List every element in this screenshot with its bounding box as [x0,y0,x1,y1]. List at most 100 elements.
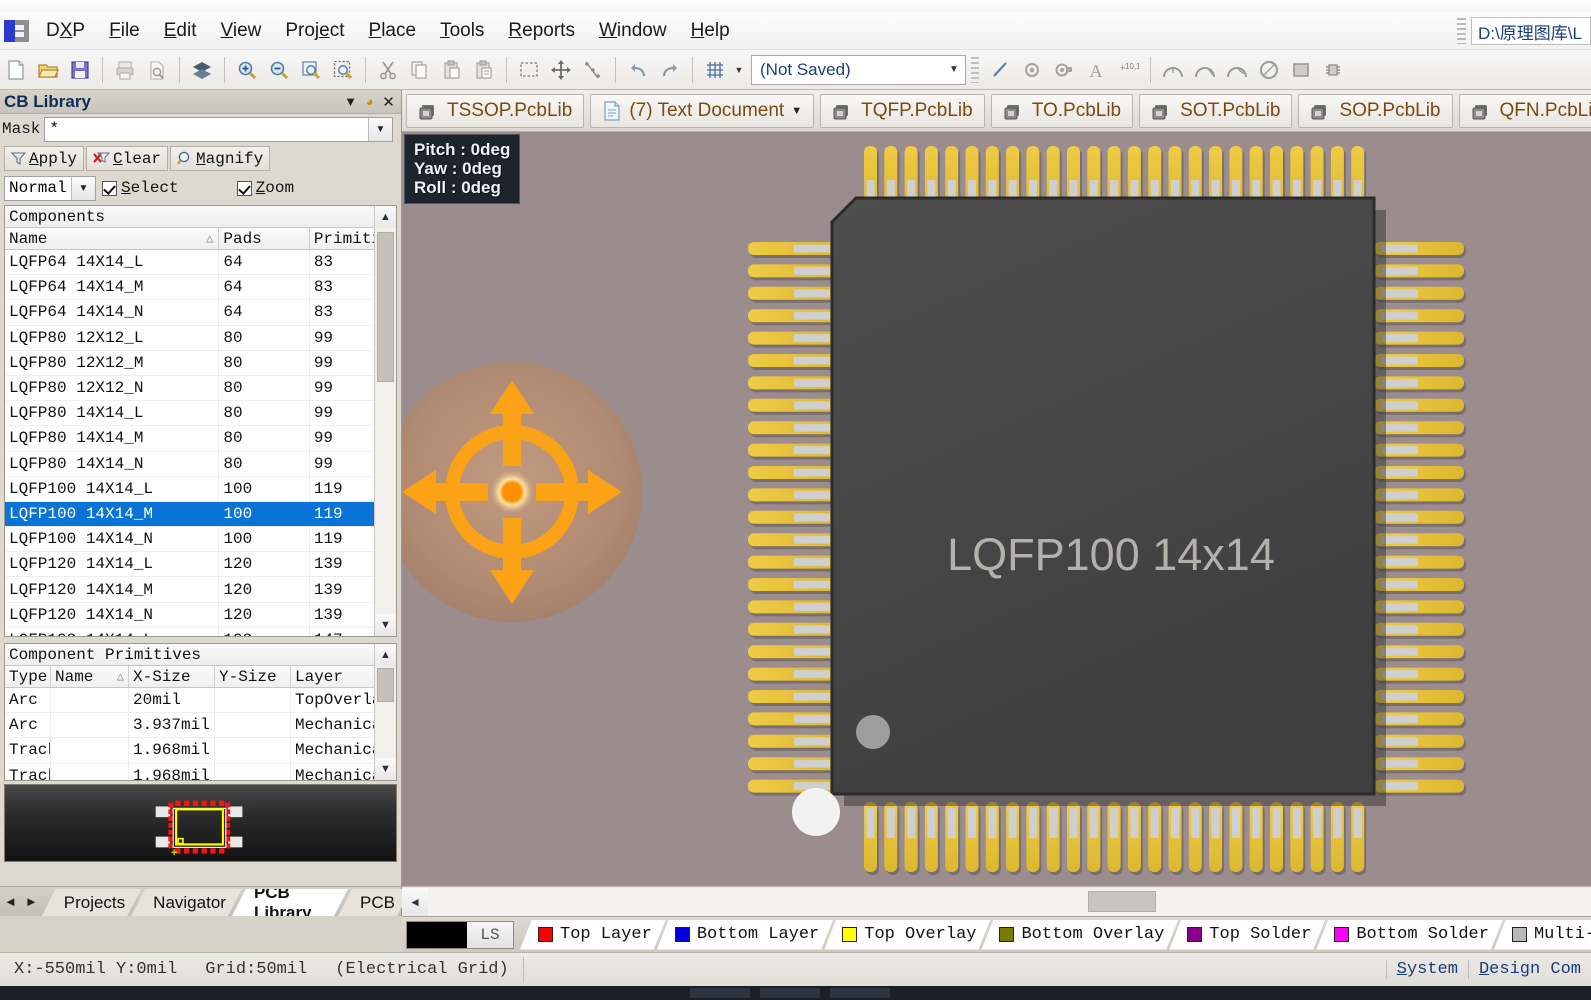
panel-tab-pcb[interactable]: PCB [338,889,411,916]
select-checkbox-box[interactable] [102,180,117,196]
components-column-header[interactable]: Pads [219,228,310,249]
menu-item-project[interactable]: Project [273,17,356,45]
document-tab-sop-pcblib[interactable]: SOP.PcbLib [1298,93,1453,128]
document-tab-sot-pcblib[interactable]: SOT.PcbLib [1139,93,1293,128]
scroll-up-icon[interactable]: ▲ [375,206,396,228]
primitives-column-header[interactable]: Name △ [51,666,129,687]
scroll-down-icon[interactable]: ▼ [375,614,396,636]
hscroll-thumb[interactable] [1088,890,1156,912]
align-icon[interactable] [578,55,608,85]
component-row[interactable]: LQFP64 14X14_M 64 83 [5,275,396,301]
new-document-icon[interactable] [1,55,31,85]
zoom-out-icon[interactable] [264,55,294,85]
taskbar-item[interactable] [760,988,820,998]
place-arc-center-icon[interactable] [1158,55,1188,85]
chevron-down-icon[interactable]: ▼ [368,117,392,141]
taskbar-item[interactable] [690,988,750,998]
primitives-scrollbar[interactable]: ▲ ▼ [374,644,396,780]
layer-tab-top-solder[interactable]: Top Solder [1169,920,1325,950]
layer-tab-multi-layer[interactable]: Multi-Layer [1494,920,1591,950]
place-coordinate-icon[interactable]: +10,10 [1113,55,1143,85]
component-row[interactable]: LQFP80 12X12_N 80 99 [5,375,396,402]
component-row[interactable]: LQFP120 14X14_N 120 139 [5,602,396,628]
document-path-field[interactable]: D:\原理图库\L [1471,17,1591,45]
component-row[interactable]: LQFP128 14X14_L128147 [5,627,396,636]
primitives-column-header[interactable]: Type [5,666,51,687]
pin-icon[interactable]: ◕ [361,94,378,109]
component-row[interactable]: LQFP120 14X14_M 120 139 [5,577,396,603]
panel-tab-navigator[interactable]: Navigator [131,889,242,916]
layer-tab-top-layer[interactable]: Top Layer [520,920,666,950]
component-row[interactable]: LQFP100 14X14_L 100 119 [5,476,396,502]
components-scrollbar[interactable]: ▲ ▼ [374,206,396,636]
zoom-checkbox[interactable]: Zoom [236,179,294,197]
place-via-icon[interactable] [1049,55,1079,85]
menu-item-view[interactable]: View [209,17,274,45]
primitive-row[interactable]: Track1.968milMechanica [5,763,396,780]
document-tab-to-pcblib[interactable]: TO.PcbLib [990,93,1134,128]
paste-special-icon[interactable] [469,55,499,85]
document-tab-qfn-pcblib[interactable]: QFN.PcbLib [1458,93,1591,128]
footprint-preview[interactable] [4,784,397,862]
mask-input[interactable] [45,117,368,141]
component-row[interactable]: LQFP64 14X14_L 64 83 [5,250,396,276]
print-preview-icon[interactable] [142,55,172,85]
zoom-checkbox-box[interactable] [236,180,252,196]
chevron-down-icon[interactable]: ▼ [71,176,95,200]
component-row[interactable]: LQFP100 14X14_M 100 119 [5,501,396,528]
design-compiler-button[interactable]: Design Com [1467,960,1591,979]
hscroll-track[interactable] [428,887,1591,916]
panel-tab-projects[interactable]: Projects [42,889,141,916]
layer-tab-top-overlay[interactable]: Top Overlay [824,920,990,950]
component-row[interactable]: LQFP80 14X14_N 80 99 [5,451,396,477]
select-area-icon[interactable] [514,55,544,85]
apply-button[interactable]: Apply [4,146,85,171]
panel-tab-pcb-library[interactable]: PCB Library [232,889,348,916]
menu-item-help[interactable]: Help [679,17,742,45]
menu-item-edit[interactable]: Edit [152,17,209,45]
place-pad-icon[interactable] [1017,55,1047,85]
mask-input-wrapper[interactable]: ▼ [44,116,393,142]
component-row[interactable]: LQFP80 12X12_M 80 99 [5,350,396,376]
place-fill-icon[interactable] [1286,55,1316,85]
primitive-row[interactable]: Arc 20mil TopOverla [5,688,396,714]
paste-icon[interactable] [437,55,467,85]
system-menu-button[interactable]: System [1385,960,1468,979]
redo-icon[interactable] [655,55,685,85]
chevron-down-icon[interactable]: ▼ [791,105,802,117]
place-line-icon[interactable] [985,55,1015,85]
document-tab-tqfp-pcblib[interactable]: TQFP.PcbLib [820,93,985,128]
chevron-down-icon[interactable]: ▼ [342,94,359,109]
place-arc-edge-icon[interactable] [1190,55,1220,85]
cut-icon[interactable] [373,55,403,85]
component-row[interactable]: LQFP120 14X14_L 120 139 [5,552,396,578]
place-component-icon[interactable] [1318,55,1348,85]
layer-tab-bottom-layer[interactable]: Bottom Layer [657,920,833,950]
taskbar-item[interactable] [830,988,890,998]
close-icon[interactable]: ✕ [380,93,397,111]
zoom-document-icon[interactable] [296,55,326,85]
layer-set-selector[interactable]: LS [406,920,514,949]
primitives-column-header[interactable]: X-Size [129,666,215,687]
primitive-row[interactable]: Track1.968milMechanica [5,738,396,764]
menu-item-file[interactable]: File [97,17,152,45]
zoom-in-icon[interactable] [232,55,262,85]
toolbar-grip-icon[interactable] [1457,18,1466,44]
copy-icon[interactable] [405,55,435,85]
toolbar-grip-icon[interactable] [971,56,979,83]
menu-item-dxp[interactable]: DXP [34,17,97,45]
scrollbar-thumb[interactable] [377,232,394,382]
scroll-down-icon[interactable]: ▼ [375,758,396,780]
select-checkbox[interactable]: Select [102,179,179,197]
mode-select[interactable]: Normal ▼ [4,175,96,201]
menu-item-reports[interactable]: Reports [496,17,587,45]
component-row[interactable]: LQFP80 12X12_L 80 99 [5,325,396,351]
document-tab-tssop-pcblib[interactable]: TSSOP.PcbLib [406,93,585,128]
print-icon[interactable] [110,55,140,85]
grid-dropdown-arrow-icon[interactable]: ▼ [731,55,747,85]
menu-item-place[interactable]: Place [357,17,429,45]
component-row[interactable]: LQFP80 14X14_M 80 99 [5,426,396,452]
clear-button[interactable]: Clear [86,146,169,171]
pcb-3d-viewport[interactable]: Pitch : 0deg Yaw : 0deg Roll : 0deg LQFP… [402,132,1591,886]
place-arc-any-icon[interactable] [1222,55,1252,85]
